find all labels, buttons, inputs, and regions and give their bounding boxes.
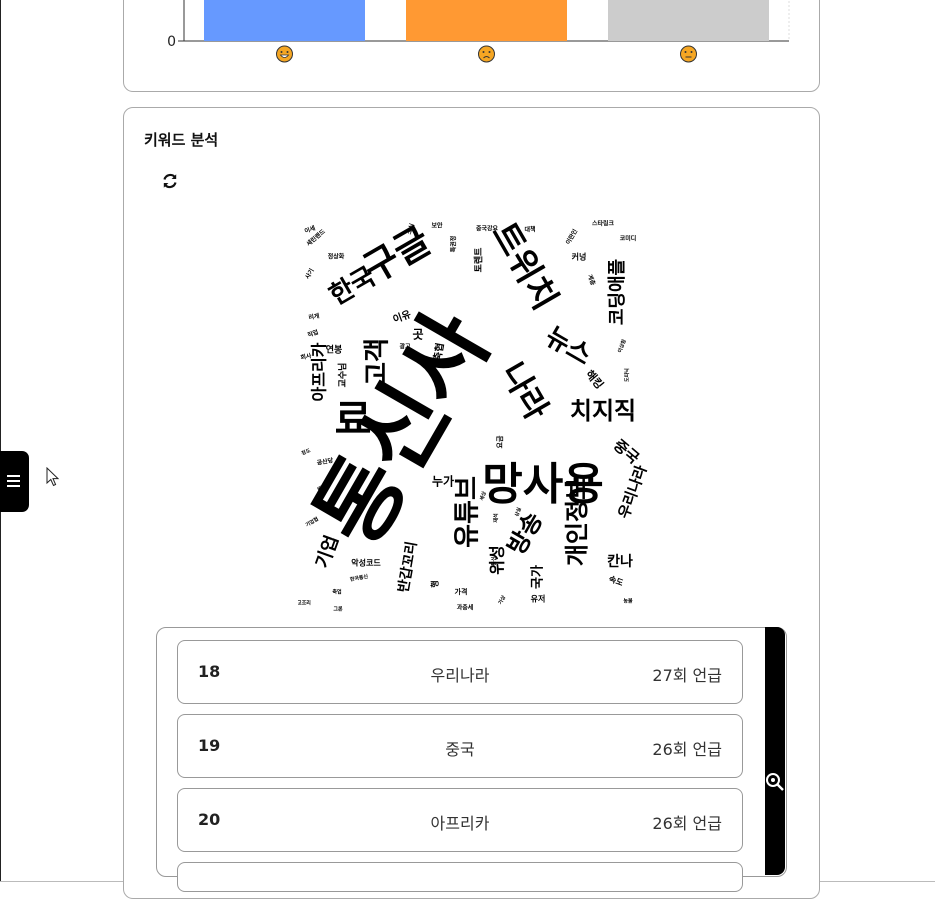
wordcloud-word: 뉴스	[540, 322, 596, 372]
y-tick-label: 0	[167, 34, 176, 50]
wordcloud-word: 반갑꼬리	[395, 540, 421, 594]
keyword-row[interactable]: 20 아프리카 26회 언급	[177, 788, 743, 852]
keyword-section-title: 키워드 분석	[144, 131, 219, 149]
wordcloud-word: 코딩애플	[607, 259, 628, 325]
wordcloud-word: 곳	[412, 328, 423, 342]
menu-icon	[7, 475, 20, 487]
wordcloud-word: 교수님	[337, 363, 349, 388]
wordcloud-word: 악성코드	[351, 558, 381, 568]
wordcloud-word: 코미디	[620, 235, 637, 243]
wordcloud-word: 누가	[432, 474, 454, 489]
wordcloud-word: 가상	[497, 594, 508, 606]
wordcloud-word: 치지직	[570, 397, 636, 425]
wordcloud-word: 축업	[332, 589, 342, 596]
wordcloud-word: 이상함	[616, 338, 627, 354]
wordcloud-word: 료	[335, 397, 372, 443]
wordcloud-word: 스타링크	[592, 220, 615, 228]
wordcloud-word: 나라	[494, 356, 557, 426]
wordcloud-word: 그론	[333, 606, 343, 613]
wordcloud-word: 리게	[308, 312, 321, 322]
sentiment-bar	[406, 0, 567, 41]
zoom-icon[interactable]	[764, 771, 786, 793]
sentiment-chart-card: 0	[123, 0, 820, 92]
wordcloud-word: 정상화	[328, 253, 345, 261]
wordcloud-word: 이란인	[564, 227, 579, 246]
wordcloud-word: 개인정보	[563, 478, 591, 566]
wordcloud-word: 칸나	[607, 553, 633, 570]
sentiment-bar	[608, 0, 769, 41]
wordcloud-word: 과충세	[457, 604, 474, 612]
sentiment-bar	[204, 0, 365, 41]
page-left-border	[0, 0, 1, 882]
wordcloud-word: 고조리	[298, 600, 311, 607]
wordcloud-word: 대책	[524, 226, 535, 234]
wordcloud-word: 연봉	[326, 345, 343, 356]
wordcloud-word: 커넝	[572, 252, 587, 262]
keyword-count: 27회 언급	[652, 666, 722, 685]
wordcloud-word: 농불	[623, 598, 633, 605]
wordcloud-word: 중국강요	[476, 225, 499, 233]
wordcloud-word: 통신	[491, 556, 498, 566]
wordcloud-word: 도파닉	[624, 368, 631, 382]
wordcloud-word: 정도	[300, 447, 311, 457]
wordcloud-word: 토렌트	[473, 247, 485, 273]
refresh-icon[interactable]	[160, 171, 180, 191]
wordcloud-word: 국가	[531, 565, 546, 589]
wordcloud-word: 계층	[586, 273, 597, 287]
list-scrollbar[interactable]	[765, 627, 785, 875]
neutral-face-icon	[680, 45, 697, 63]
keyword-row[interactable]: 19 중국 26회 언급	[177, 714, 743, 778]
wordcloud-word: 우리나라	[615, 463, 648, 521]
wordcloud-word: 고객	[363, 338, 393, 386]
sentiment-bar-chart: 0	[167, 0, 790, 63]
mouse-cursor-icon	[46, 466, 60, 491]
wordcloud-word: 요금	[496, 435, 504, 448]
wordcloud-word: 기업	[312, 533, 343, 571]
wordcloud-word: 특권정	[450, 236, 458, 253]
wordcloud-word: 보안	[431, 222, 443, 230]
sidebar-toggle-button[interactable]	[0, 451, 29, 512]
grinning-face-icon	[276, 45, 293, 63]
wordcloud-word: 직업	[306, 328, 319, 339]
wordcloud-word: 해킹	[583, 367, 607, 392]
keyword-wordcloud: 통신사 망사용 구글 료 트위치 나라 한국 고객 유튜브 치지직 뉴스 개인정보 방송 코딩애플 아프리카…	[298, 212, 648, 612]
tired-face-icon	[478, 45, 495, 63]
wordcloud-word: 속도	[608, 573, 626, 588]
wordcloud-word: 광고	[399, 343, 411, 351]
wordcloud-word: 유튜브	[453, 476, 483, 548]
wordcloud-word: 재석	[493, 513, 500, 523]
wordcloud-word: 유저	[531, 594, 546, 604]
wordcloud-word: 가격	[455, 587, 468, 596]
wordcloud-word: 중국	[610, 436, 643, 468]
wordcloud-word: 방송	[502, 507, 548, 559]
wordcloud-word: 한국통신	[349, 573, 369, 583]
keyword-row[interactable]	[177, 862, 743, 892]
wordcloud-word: 행	[430, 580, 440, 587]
keyword-count: 26회 언급	[652, 740, 722, 759]
wordcloud-word: 사기	[303, 267, 315, 281]
keyword-count: 26회 언급	[652, 814, 722, 833]
keyword-row[interactable]: 18 우리나라 27회 언급	[177, 640, 743, 704]
